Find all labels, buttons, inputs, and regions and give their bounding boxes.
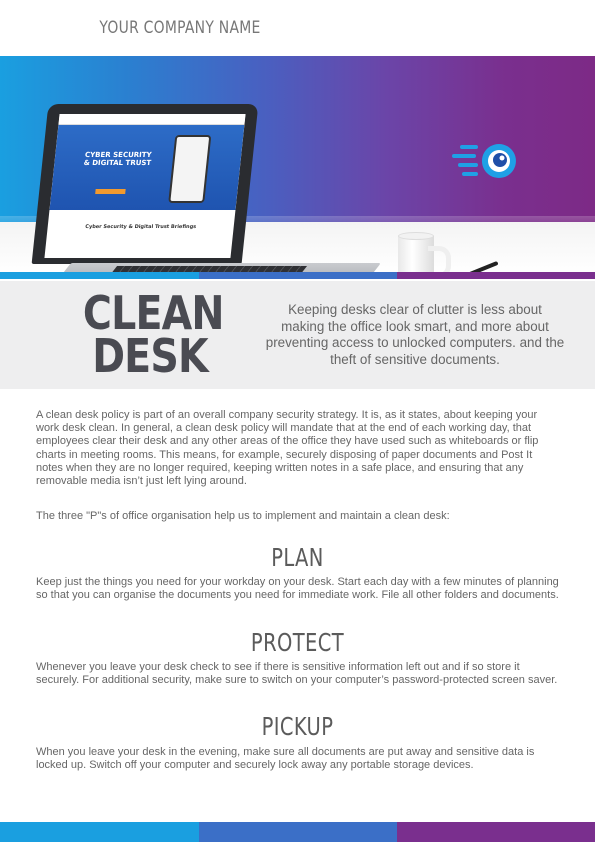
intro-paragraph: A clean desk policy is part of an overal… (36, 409, 539, 488)
section-heading-plan: PLAN (271, 543, 324, 572)
intro-tagline: Keeping desks clear of clutter is less a… (265, 302, 565, 367)
laptop-screen-title-line1: CYBER SECURITY (84, 151, 152, 159)
section-text-pickup: When you leave your desk in the evening,… (36, 746, 535, 772)
color-stripe-bottom (0, 822, 595, 842)
coffee-mug-handle (428, 246, 451, 274)
three-ps-paragraph: The three "P"s of office organisation he… (36, 510, 450, 522)
speed-lines-icon (452, 145, 478, 176)
page-title: CLEAN DESK (83, 290, 225, 383)
phone-icon (168, 135, 212, 203)
color-stripe-top (0, 272, 595, 279)
section-heading-protect: PROTECT (250, 628, 345, 657)
laptop-screen-title-line2: & DIGITAL TRUST (83, 159, 152, 167)
laptop-screen-button (95, 189, 126, 194)
hero-banner: CYBER SECURITY & DIGITAL TRUST Cyber Sec… (0, 56, 595, 274)
section-heading-pickup: PICKUP (261, 712, 334, 741)
laptop-screen-subtitle: Cyber Security & Digital Trust Briefings (84, 224, 197, 230)
laptop-screen-title: CYBER SECURITY & DIGITAL TRUST (72, 151, 164, 167)
laptop-screen-hero: CYBER SECURITY & DIGITAL TRUST (49, 125, 245, 210)
coffee-mug-rim (398, 232, 434, 240)
section-text-plan: Keep just the things you need for your w… (36, 576, 559, 602)
section-text-protect: Whenever you leave your desk check to se… (36, 661, 558, 687)
eye-icon (481, 144, 516, 178)
laptop-screen-nav (58, 114, 246, 125)
laptop-screen: CYBER SECURITY & DIGITAL TRUST Cyber Sec… (44, 114, 246, 258)
page-title-line2: DESK (92, 329, 208, 383)
company-name: YOUR COMPANY NAME (99, 18, 261, 38)
